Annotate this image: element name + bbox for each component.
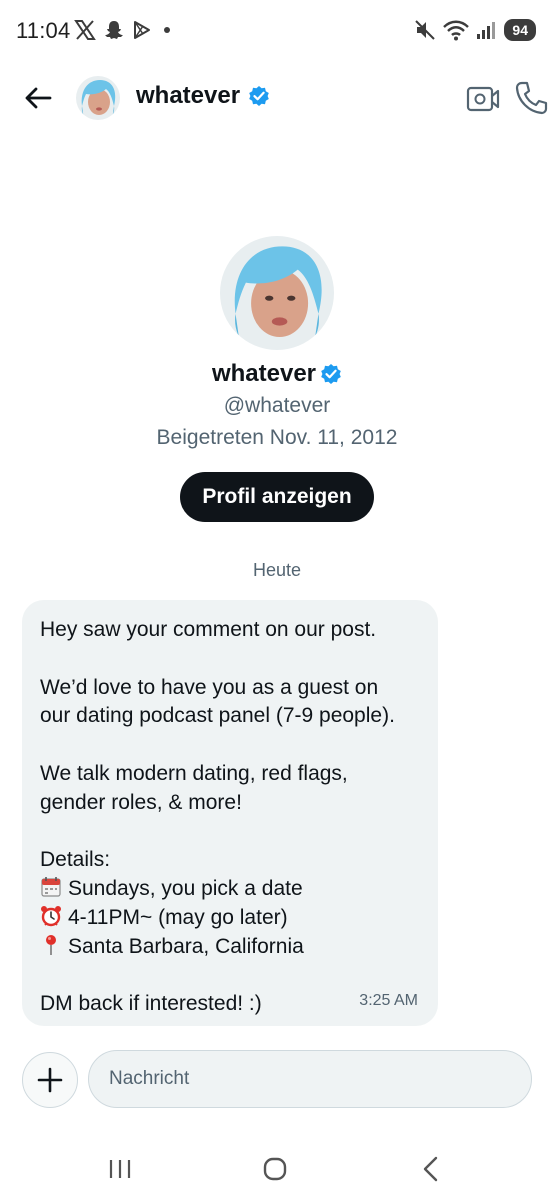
profile-join-date: Beigetreten Nov. 11, 2012 [156,426,398,449]
avatar[interactable] [76,76,120,120]
profile-name-label: whatever [211,360,317,387]
profile-handle: @whatever [223,394,331,417]
signal-icon [477,22,496,39]
message-line-with-icon: 4-11PM~ (may go later) [40,904,420,933]
message-line: We’d love to have you as a guest on [40,675,379,699]
message-line: Hey saw your comment on our post. [40,618,377,641]
battery-indicator: 94 [504,19,536,41]
snapchat-icon [105,21,123,39]
play-store-icon [134,21,150,39]
recent-apps-button[interactable] [108,1158,132,1185]
message-input[interactable]: Nachricht [88,1050,532,1108]
recent-apps-icon [109,1160,131,1178]
status-system-icons: 94 [414,19,536,41]
dot-icon [164,27,170,33]
message-line: We talk modern dating, red flags, [40,761,348,785]
plus-icon [37,1067,63,1093]
status-bar: 11:04 94 [0,0,554,62]
message-line-text: Sundays, you pick a date [68,877,303,901]
profile-avatar[interactable] [220,236,334,350]
arrow-left-icon [25,87,52,109]
message-line: gender roles, & more! [40,790,242,814]
profile-display-name: whatever [212,360,342,388]
status-notification-icons [74,20,170,40]
message-line-with-icon: Sundays, you pick a date [40,875,420,904]
conversation-header: whatever [0,70,554,126]
profile-avatar-image [220,236,334,350]
video-call-button[interactable] [466,82,500,116]
message-line: Details: [40,848,111,872]
x-icon [74,20,96,40]
back-button[interactable] [20,80,56,116]
message-line: our dating podcast panel (7-9 people). [40,704,395,728]
system-back-button[interactable] [420,1156,442,1187]
wifi-icon [443,20,470,41]
view-profile-button[interactable]: Profil anzeigen [180,472,374,522]
message-timestamp: 3:25 AM [359,992,418,1009]
verified-badge-icon [249,86,269,106]
status-time: 11:04 [16,18,71,43]
chevron-left-icon [423,1156,438,1182]
calendar-icon [41,877,61,897]
message-line-text: Santa Barbara, California [68,934,304,958]
message-line-text: 4-11PM~ (may go later) [68,905,288,929]
conversation-title[interactable]: whatever [136,82,270,110]
home-icon [263,1157,287,1181]
message-line-with-icon: Santa Barbara, California [40,933,420,962]
home-button[interactable] [262,1156,288,1187]
pin-icon [46,934,56,955]
avatar-image [76,76,120,120]
verified-badge-icon [321,364,341,384]
alarm-clock-icon [41,905,61,927]
date-separator: Heute [252,560,302,580]
message-bubble[interactable]: Hey saw your comment on our post. We’d l… [22,600,438,1026]
profile-card: whatever @whatever Beigetreten Nov. 11, … [0,236,554,522]
video-call-icon [466,86,500,112]
header-name-label: whatever [136,82,241,109]
mute-icon [415,20,436,40]
message-composer: Nachricht [0,1050,554,1110]
phone-icon [515,81,548,115]
phone-call-button[interactable] [514,80,548,116]
add-attachment-button[interactable] [22,1052,78,1108]
system-nav-bar [0,1150,554,1190]
